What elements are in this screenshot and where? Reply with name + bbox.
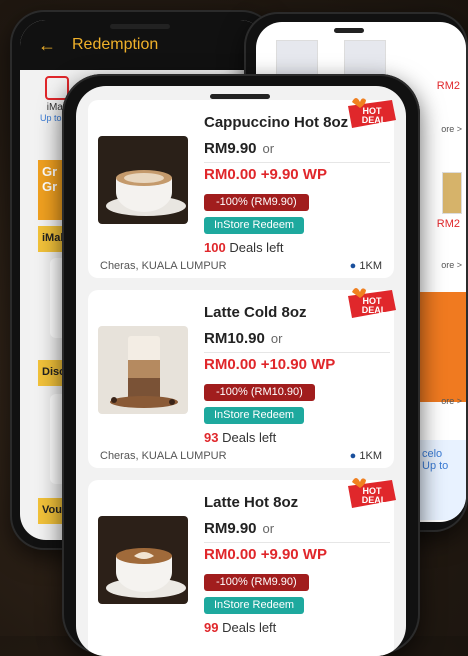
discount-badge: -100% (RM9.90) xyxy=(204,574,309,591)
deals-left-count: 100 xyxy=(204,240,226,255)
instore-redeem-badge: InStore Redeem xyxy=(204,217,305,234)
product-thumb[interactable] xyxy=(276,40,318,78)
deal-card[interactable]: Cappuccino Hot 8oz RM9.90 or RM0.00 +9.90… xyxy=(88,98,396,278)
deal-card[interactable]: Latte Cold 8oz RM10.90 or RM0.00 +10.90 W… xyxy=(88,288,396,468)
promo-chip[interactable]: celo Up to xyxy=(418,440,466,520)
deal-price: RM10.90 or xyxy=(204,330,282,347)
deal-location: Cheras, KUALA LUMPUR xyxy=(100,450,227,462)
or-label: or xyxy=(262,521,275,536)
phone-notch xyxy=(110,24,170,29)
cappuccino-image xyxy=(98,136,188,224)
wp-price: RM0.00 +10.90 WP xyxy=(204,356,336,373)
deals-screen: Cappuccino Hot 8oz RM9.90 or RM0.00 +9.90… xyxy=(76,86,406,656)
distance-value: 1KM xyxy=(359,450,382,462)
deals-left: 93 Deals left xyxy=(204,430,276,445)
instore-redeem-badge: InStore Redeem xyxy=(204,597,305,614)
phone-notch xyxy=(334,28,364,33)
banner-text: Gr Gr xyxy=(42,164,58,194)
hot-deal-badge: HOT DEAL xyxy=(348,478,396,508)
back-arrow-icon[interactable]: ← xyxy=(38,35,56,56)
price-value: RM10.90 xyxy=(204,330,265,347)
product-thumb[interactable] xyxy=(344,40,386,78)
deals-left-text: Deals left xyxy=(229,240,284,255)
price-value: RM9.90 xyxy=(204,520,257,537)
discount-badge: -100% (RM9.90) xyxy=(204,194,309,211)
chip-text: celo Up to xyxy=(422,448,449,472)
product-thumb[interactable] xyxy=(442,172,462,214)
deal-name: Latte Hot 8oz xyxy=(204,494,299,511)
more-link[interactable]: ore > xyxy=(441,124,462,134)
divider xyxy=(204,162,390,163)
deal-price: RM9.90 or xyxy=(204,140,274,157)
deals-left: 99 Deals left xyxy=(204,620,276,635)
price-label: RM2 xyxy=(436,218,460,230)
svg-text:DEAL: DEAL xyxy=(362,495,387,505)
deals-left-text: Deals left xyxy=(222,430,277,445)
hot-deal-badge: HOT DEAL xyxy=(348,288,396,318)
phone-notch xyxy=(210,94,270,99)
deal-card[interactable]: Latte Hot 8oz RM9.90 or RM0.00 +9.90 WP -… xyxy=(88,478,396,656)
deals-left-count: 99 xyxy=(204,620,219,635)
wp-price: RM0.00 +9.90 WP xyxy=(204,166,327,183)
discount-badge: -100% (RM10.90) xyxy=(204,384,315,401)
price-value: RM9.90 xyxy=(204,140,257,157)
price-label: RM2 xyxy=(436,80,460,92)
location-pin-icon: ● xyxy=(349,450,357,462)
distance-value: 1KM xyxy=(359,260,382,272)
deal-price: RM9.90 or xyxy=(204,520,274,537)
svg-text:DEAL: DEAL xyxy=(362,115,387,125)
more-link[interactable]: ore > xyxy=(441,260,462,270)
deals-left: 100 Deals left xyxy=(204,240,284,255)
wp-price: RM0.00 +9.90 WP xyxy=(204,546,327,563)
or-label: or xyxy=(270,331,283,346)
deals-left-count: 93 xyxy=(204,430,219,445)
more-link[interactable]: ore > xyxy=(441,396,462,406)
latte-cold-image xyxy=(98,326,188,414)
svg-text:DEAL: DEAL xyxy=(362,305,387,315)
divider xyxy=(204,542,390,543)
instore-redeem-badge: InStore Redeem xyxy=(204,407,305,424)
location-pin-icon: ● xyxy=(349,260,357,272)
deal-name: Cappuccino Hot 8oz xyxy=(204,114,349,131)
latte-hot-image xyxy=(98,516,188,604)
deals-left-text: Deals left xyxy=(222,620,277,635)
deal-distance: ● 1KM xyxy=(350,450,382,462)
promo-tile[interactable] xyxy=(418,292,466,402)
deal-distance: ● 1KM xyxy=(350,260,382,272)
deal-name: Latte Cold 8oz xyxy=(204,304,307,321)
deal-location: Cheras, KUALA LUMPUR xyxy=(100,260,227,272)
front-phone: Cappuccino Hot 8oz RM9.90 or RM0.00 +9.90… xyxy=(62,74,420,656)
or-label: or xyxy=(262,141,275,156)
page-title: Redemption xyxy=(72,36,159,53)
hot-deal-badge: HOT DEAL xyxy=(348,98,396,128)
divider xyxy=(204,352,390,353)
